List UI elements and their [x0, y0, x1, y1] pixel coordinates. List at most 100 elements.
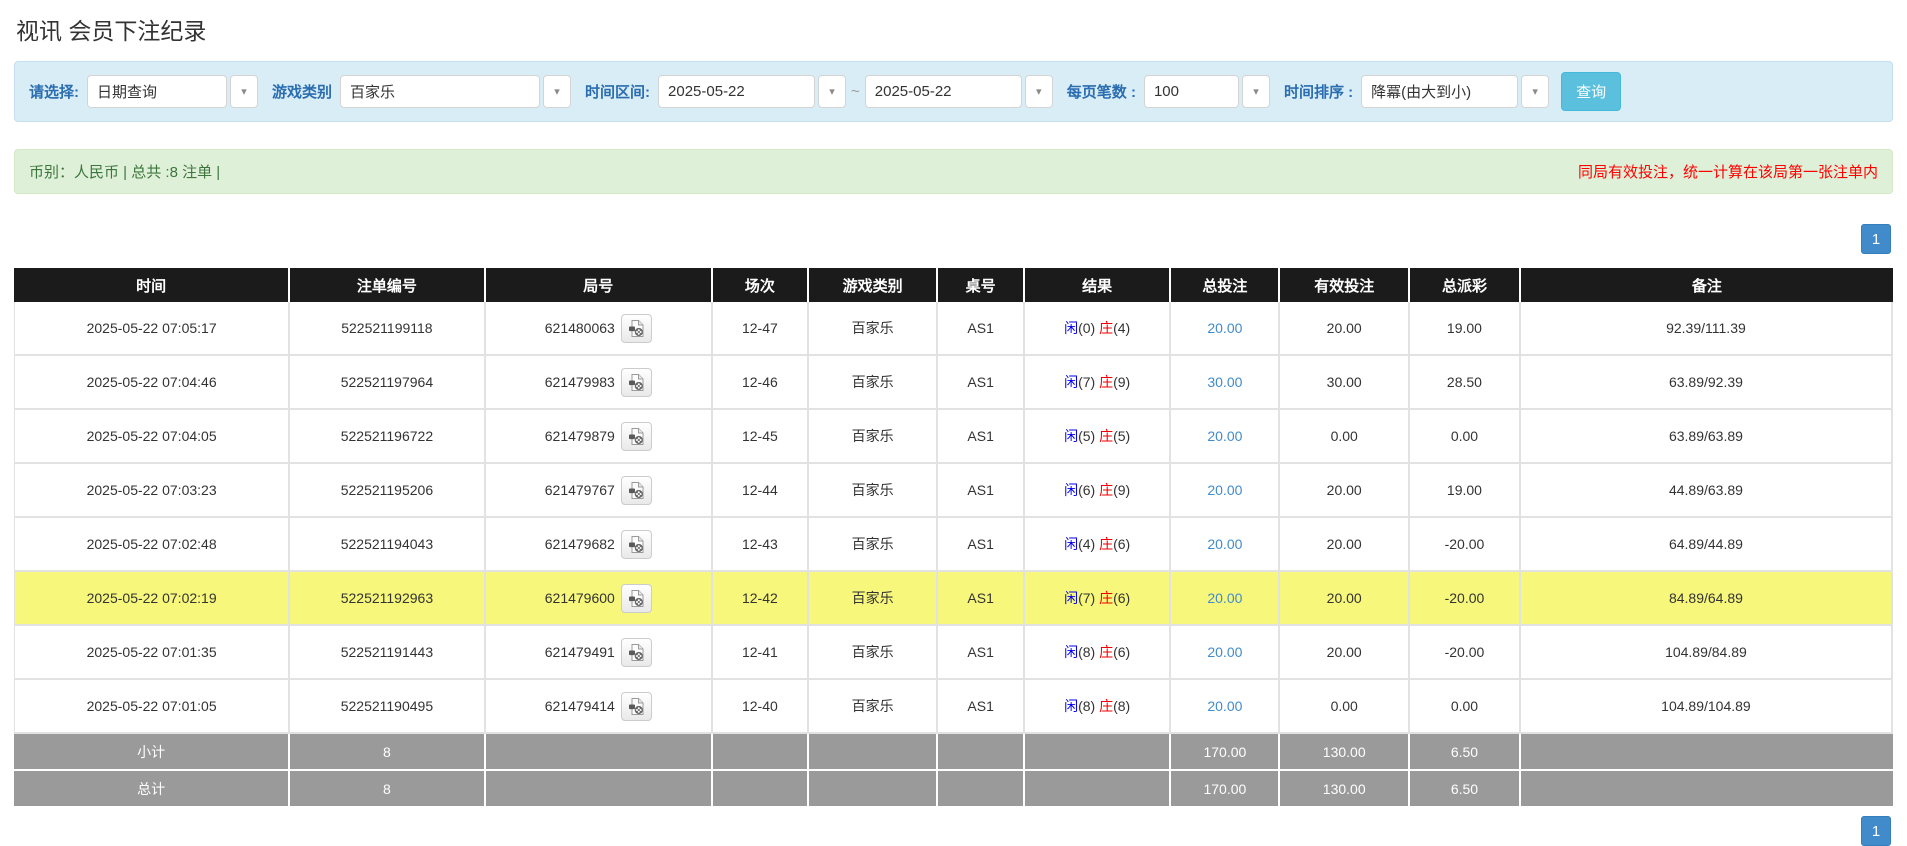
chevron-down-icon[interactable]: ▾: [1241, 75, 1270, 108]
page-title: 视讯 会员下注纪录: [16, 18, 207, 44]
cell-bet-id: 522521191443: [290, 626, 486, 680]
column-header: 有效投注: [1280, 268, 1411, 302]
total-bet-link[interactable]: 20.00: [1207, 320, 1242, 336]
video-replay-button[interactable]: [620, 529, 652, 559]
player-result: 闲: [1064, 320, 1079, 336]
cell-valid-bet: 20.00: [1280, 302, 1411, 356]
search-button[interactable]: 查询: [1561, 72, 1622, 111]
cell-time: 2025-05-22 07:05:17: [14, 302, 291, 356]
sort-order-combobox: ▾: [1361, 75, 1550, 108]
video-replay-button[interactable]: [620, 367, 652, 397]
round-id-with-video: 621480063: [544, 313, 652, 343]
cell-total-bet: 20.00: [1171, 572, 1281, 626]
table-row: 2025-05-22 07:05:17 522521199118 621480063…: [14, 302, 1893, 356]
cell-valid-bet: 0.00: [1280, 680, 1411, 734]
page-root: 视讯 会员下注纪录 请选择: ▾ 游戏类别 ▾ 时间区间: ▾ ~ ▾ 每页笔数…: [0, 0, 1907, 846]
table-row: 2025-05-22 07:01:35 522521191443 621479491…: [14, 626, 1893, 680]
table-row: 2025-05-22 07:04:05 522521196722 621479879…: [14, 410, 1893, 464]
cell-remark: 84.89/64.89: [1520, 572, 1893, 626]
video-file-icon: [628, 481, 644, 499]
cell-payout: 19.00: [1410, 302, 1521, 356]
video-replay-button[interactable]: [620, 637, 652, 667]
cell-round: 621479600: [485, 572, 713, 626]
video-file-icon: [628, 427, 644, 445]
chevron-down-icon[interactable]: ▾: [818, 75, 847, 108]
cell-game-type: 百家乐: [808, 410, 939, 464]
cell-valid-bet: 20.00: [1280, 626, 1411, 680]
currency-total-summary: 币别：人民币 | 总共 :8 注单 |: [29, 164, 221, 181]
cell-session: 12-43: [712, 518, 809, 572]
cell-time: 2025-05-22 07:02:19: [14, 572, 291, 626]
footer-payout: 6.50: [1410, 734, 1521, 771]
chevron-down-icon[interactable]: ▾: [230, 75, 258, 108]
round-id: 621479983: [544, 374, 615, 390]
page-size-input[interactable]: [1143, 75, 1239, 108]
cell-session: 12-40: [712, 680, 809, 734]
cell-game-type: 百家乐: [808, 518, 939, 572]
cell-round: 621479414: [485, 680, 713, 734]
chevron-down-icon[interactable]: ▾: [1521, 75, 1550, 108]
total-bet-link[interactable]: 20.00: [1207, 482, 1242, 498]
round-id-with-video: 621479767: [544, 475, 652, 505]
date-to-combobox: ▾: [864, 75, 1053, 108]
cell-session: 12-47: [712, 302, 809, 356]
cell-session: 12-42: [712, 572, 809, 626]
chevron-down-icon[interactable]: ▾: [543, 75, 572, 108]
date-to-input[interactable]: [864, 75, 1022, 108]
cell-table-no: AS1: [938, 410, 1025, 464]
video-replay-button[interactable]: [620, 421, 652, 451]
video-replay-button[interactable]: [620, 313, 652, 343]
banker-result: 庄: [1099, 698, 1114, 714]
date-range-separator: ~: [851, 83, 860, 100]
cell-remark: 104.89/104.89: [1520, 680, 1893, 734]
cell-bet-id: 522521199118: [290, 302, 486, 356]
total-bet-link[interactable]: 30.00: [1207, 374, 1242, 390]
video-replay-button[interactable]: [620, 583, 652, 613]
page-1-button[interactable]: 1: [1861, 224, 1891, 254]
cell-round: 621479682: [485, 518, 713, 572]
cell-round: 621479767: [485, 464, 713, 518]
cell-round: 621480063: [485, 302, 713, 356]
query-type-select[interactable]: [87, 75, 227, 108]
footer-remark: [1520, 771, 1893, 808]
cell-payout: 0.00: [1410, 410, 1521, 464]
table-row: 2025-05-22 07:02:19 522521192963 621479600…: [14, 572, 1893, 626]
cell-bet-id: 522521190495: [290, 680, 486, 734]
game-type-select[interactable]: [340, 75, 541, 108]
round-id: 621479767: [544, 482, 615, 498]
page-1-button[interactable]: 1: [1861, 816, 1891, 846]
sort-order-select[interactable]: [1361, 75, 1519, 108]
chevron-down-icon[interactable]: ▾: [1024, 75, 1053, 108]
cell-result: 闲(8) 庄(6): [1024, 626, 1172, 680]
total-bet-link[interactable]: 20.00: [1207, 590, 1242, 606]
total-bet-link[interactable]: 20.00: [1207, 698, 1242, 714]
query-type-label: 请选择:: [29, 84, 79, 101]
cell-time: 2025-05-22 07:04:05: [14, 410, 291, 464]
column-header: 时间: [14, 268, 291, 302]
player-result: 闲: [1064, 482, 1079, 498]
video-file-icon: [628, 697, 644, 715]
total-bet-link[interactable]: 20.00: [1207, 644, 1242, 660]
player-result: 闲: [1064, 536, 1079, 552]
table-row: 2025-05-22 07:02:48 522521194043 621479682…: [14, 518, 1893, 572]
footer-count: 8: [290, 771, 486, 808]
cell-remark: 92.39/111.39: [1520, 302, 1893, 356]
total-bet-link[interactable]: 20.00: [1207, 428, 1242, 444]
column-header: 备注: [1520, 268, 1893, 302]
footer-label: 小计: [14, 734, 291, 771]
cell-bet-id: 522521194043: [290, 518, 486, 572]
total-bet-link[interactable]: 20.00: [1207, 536, 1242, 552]
round-id: 621479414: [544, 698, 615, 714]
cell-table-no: AS1: [938, 356, 1025, 410]
round-id: 621480063: [544, 320, 615, 336]
video-replay-button[interactable]: [620, 475, 652, 505]
footer-total-bet: 170.00: [1171, 734, 1281, 771]
cell-time: 2025-05-22 07:01:35: [14, 626, 291, 680]
date-from-input[interactable]: [658, 75, 816, 108]
video-replay-button[interactable]: [620, 691, 652, 721]
cell-time: 2025-05-22 07:01:05: [14, 680, 291, 734]
cell-game-type: 百家乐: [808, 302, 939, 356]
date-from-combobox: ▾: [658, 75, 847, 108]
cell-bet-id: 522521192963: [290, 572, 486, 626]
game-type-combobox: ▾: [340, 75, 572, 108]
